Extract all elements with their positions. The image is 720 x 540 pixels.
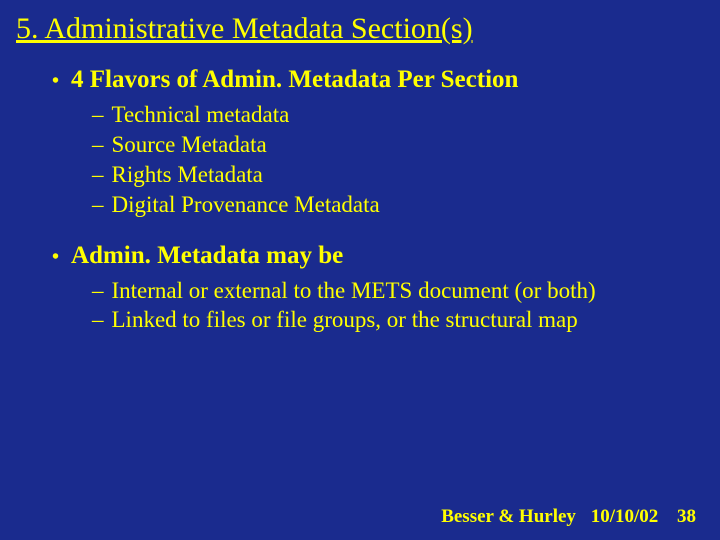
dash-icon: –: [92, 276, 104, 306]
bullet-dot-icon: •: [52, 70, 59, 93]
sub-item: – Internal or external to the METS docum…: [92, 276, 700, 306]
sub-item-text: Source Metadata: [112, 130, 701, 160]
sub-item-text: Rights Metadata: [112, 160, 701, 190]
footer-page-number: 38: [677, 506, 696, 527]
bullet-heading-2: • Admin. Metadata may be: [52, 242, 700, 270]
sub-item-text: Internal or external to the METS documen…: [112, 276, 701, 306]
dash-icon: –: [92, 130, 104, 160]
dash-icon: –: [92, 160, 104, 190]
slide-footer: Besser & Hurley 10/10/02 38: [441, 506, 696, 528]
sub-list-1: – Technical metadata – Source Metadata –…: [92, 100, 700, 220]
sub-item-text: Linked to files or file groups, or the s…: [112, 305, 701, 335]
sub-item-text: Technical metadata: [112, 100, 701, 130]
sub-item: – Linked to files or file groups, or the…: [92, 305, 700, 335]
dash-icon: –: [92, 100, 104, 130]
slide-title: 5. Administrative Metadata Section(s): [16, 12, 700, 46]
sub-item: – Digital Provenance Metadata: [92, 190, 700, 220]
dash-icon: –: [92, 190, 104, 220]
bullet-dot-icon: •: [52, 246, 59, 269]
bullet-heading-1: • 4 Flavors of Admin. Metadata Per Secti…: [52, 66, 700, 94]
dash-icon: –: [92, 305, 104, 335]
bullet-heading-1-text: 4 Flavors of Admin. Metadata Per Section: [71, 66, 518, 94]
sub-item-text: Digital Provenance Metadata: [112, 190, 701, 220]
bullet-heading-2-text: Admin. Metadata may be: [71, 242, 343, 270]
footer-date: 10/10/02: [591, 506, 659, 527]
sub-item: – Technical metadata: [92, 100, 700, 130]
footer-author: Besser & Hurley: [441, 506, 576, 527]
sub-item: – Rights Metadata: [92, 160, 700, 190]
sub-item: – Source Metadata: [92, 130, 700, 160]
sub-list-2: – Internal or external to the METS docum…: [92, 276, 700, 336]
